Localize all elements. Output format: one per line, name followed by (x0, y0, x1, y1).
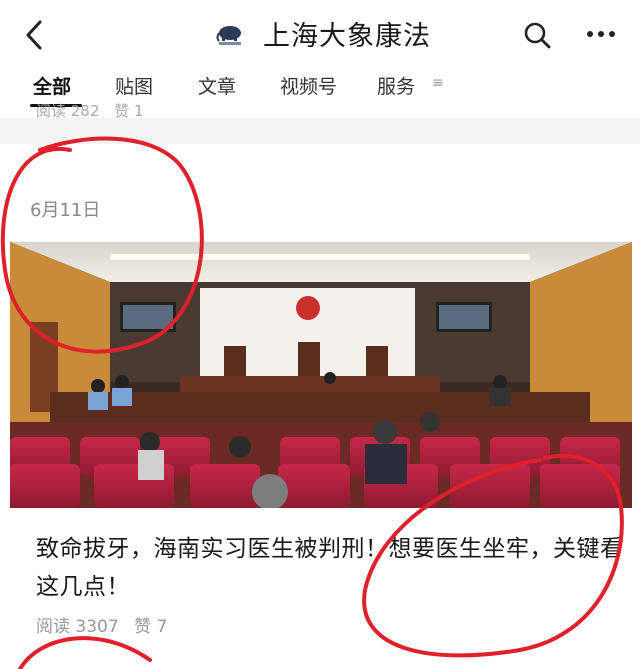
previous-like-count: 赞 1 (114, 102, 144, 118)
post-like-count: 赞 7 (134, 617, 168, 637)
back-arrow-icon[interactable] (20, 18, 50, 52)
top-bar: 上海大象康法 (0, 0, 640, 66)
search-icon[interactable] (522, 20, 552, 50)
previous-read-count: 阅读 282 (36, 102, 100, 118)
tab-all[interactable]: 全部 (33, 72, 71, 99)
post-separator (0, 118, 640, 144)
elephant-logo-icon (216, 26, 241, 45)
previous-post-stats: 阅读 282 赞 1 (36, 100, 154, 118)
tab-services[interactable]: 服务 (377, 72, 415, 99)
account-title: 上海大象康法 (263, 21, 431, 52)
post-date: 6月11日 (30, 200, 101, 221)
tab-channels[interactable]: 视频号 (280, 72, 337, 99)
post-stats: 阅读 3307 赞 7 (36, 612, 177, 637)
more-dots-icon[interactable] (585, 24, 617, 44)
post-title[interactable]: 致命拔牙，海南实习医生被判刑！想要医生坐牢，关键看这几点！ (36, 530, 626, 606)
post-read-count: 阅读 3307 (36, 617, 119, 637)
courtroom-photo[interactable] (10, 242, 632, 508)
tab-posts[interactable]: 贴图 (115, 72, 153, 99)
tab-menu-icon[interactable]: ≡ (432, 75, 444, 91)
tab-articles[interactable]: 文章 (198, 72, 236, 99)
